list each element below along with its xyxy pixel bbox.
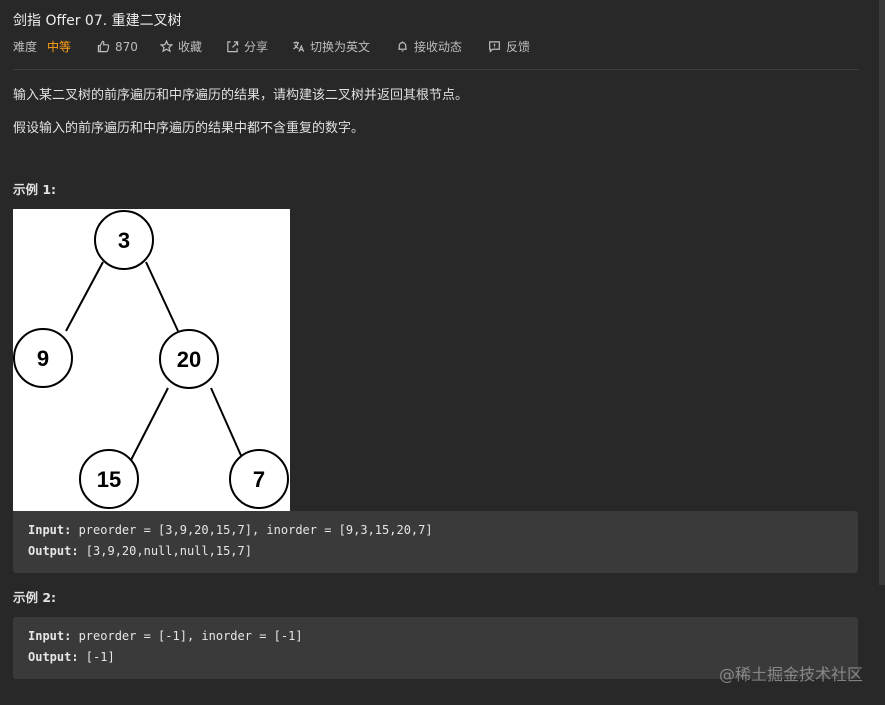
output-value: [-1] [78, 650, 115, 664]
tree-edge [130, 387, 169, 461]
thumbs-up-icon [97, 40, 110, 53]
tree-edge [145, 261, 179, 332]
difficulty-label: 难度 [13, 40, 38, 54]
description-paragraph: 输入某二叉树的前序遍历和中序遍历的结果，请构建该二叉树并返回其根节点。 [13, 88, 469, 103]
example-code-block: Input: preorder = [3,9,20,15,7], inorder… [13, 511, 858, 573]
tree-node-label: 20 [177, 347, 201, 372]
output-key: Output: [28, 544, 79, 558]
like-button[interactable]: 870 [97, 40, 138, 54]
translate-icon [293, 41, 305, 52]
feedback-icon [489, 41, 500, 53]
input-value: preorder = [-1], inorder = [-1] [71, 629, 303, 643]
description-paragraph: 假设输入的前序遍历和中序遍历的结果中都不含重复的数字。 [13, 121, 365, 136]
output-value: [3,9,20,null,null,15,7] [78, 544, 252, 558]
output-key: Output: [28, 650, 79, 664]
example-heading: 示例 2: [13, 590, 57, 605]
tree-node-label: 15 [97, 467, 121, 492]
notify-button[interactable]: 接收动态 [396, 38, 462, 55]
share-icon [227, 41, 239, 53]
example-input-line: Input: preorder = [3,9,20,15,7], inorder… [28, 523, 433, 537]
feedback-label: 反馈 [506, 40, 531, 54]
share-button[interactable]: 分享 [226, 38, 268, 55]
bell-icon [398, 41, 407, 52]
tree-edge [210, 387, 244, 461]
like-count: 870 [115, 39, 138, 54]
notify-label: 接收动态 [413, 40, 462, 54]
tree-node-label: 7 [253, 467, 265, 492]
switch-language-label: 切换为英文 [309, 40, 370, 54]
watermark: @稀土掘金技术社区 [718, 665, 863, 684]
binary-tree-diagram: 3 9 20 15 7 [13, 209, 290, 511]
problem-meta-bar: 难度 中等 870 收藏 分享 切换为英文 接收动态 反馈 [13, 38, 530, 55]
input-key: Input: [28, 523, 72, 537]
difficulty-badge: 中等 [47, 40, 72, 54]
example-output-line: Output: [-1] [28, 650, 115, 664]
switch-language-button[interactable]: 切换为英文 [292, 38, 370, 55]
favorite-button[interactable]: 收藏 [159, 38, 202, 55]
input-value: preorder = [3,9,20,15,7], inorder = [9,3… [71, 523, 433, 537]
favorite-label: 收藏 [177, 40, 202, 54]
header-divider [13, 69, 859, 70]
tree-node-label: 3 [118, 228, 130, 253]
example-heading: 示例 1: [13, 182, 57, 197]
problem-title: 剑指 Offer 07. 重建二叉树 [13, 13, 182, 29]
tree-edge [65, 261, 104, 332]
share-label: 分享 [243, 40, 268, 54]
feedback-button[interactable]: 反馈 [488, 38, 530, 55]
example-input-line: Input: preorder = [-1], inorder = [-1] [28, 629, 303, 643]
tree-node-label: 9 [37, 346, 49, 371]
vertical-scrollbar[interactable] [879, 0, 885, 585]
star-icon [159, 40, 173, 53]
input-key: Input: [28, 629, 72, 643]
example-output-line: Output: [3,9,20,null,null,15,7] [28, 544, 252, 558]
